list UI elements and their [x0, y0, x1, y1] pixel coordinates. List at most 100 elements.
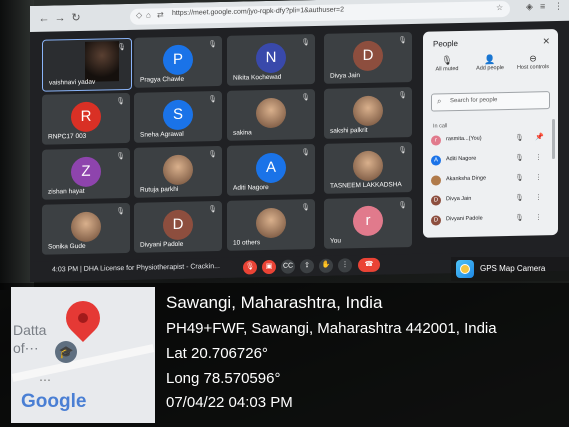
participant-tile[interactable]: D 🎙 Divyani Padole [134, 200, 222, 253]
avatar: D [431, 195, 441, 206]
participant-tile[interactable]: 🎙 sakshi palkrit [324, 86, 412, 139]
participant-name: zishan hayat [48, 187, 85, 196]
participant-row[interactable]: D Divya Jain 🎙 ⋮ [431, 191, 548, 209]
search-icon: ⌕ [437, 96, 442, 106]
pin-icon[interactable]: 📌 [535, 133, 544, 141]
search-input[interactable]: ⌕ Search for people [431, 91, 550, 112]
mic-off-icon: 🎙 [301, 204, 310, 212]
camera-toggle-button[interactable]: ▣ [262, 259, 276, 275]
avatar [256, 207, 286, 238]
lock-icon: ⌂ [146, 10, 151, 20]
mic-off-icon: 🎙 [301, 149, 310, 157]
participant-tile[interactable]: r 🎙 You [324, 196, 412, 249]
participant-tile[interactable]: A 🎙 Aditi Nagore [227, 144, 315, 196]
participant-name: TASNEEM LAKKADSHA [330, 181, 402, 190]
participant-tile[interactable]: Z 🎙 zishan hayat [42, 147, 130, 200]
avatar: r [431, 135, 441, 146]
participant-name: Sonika Gude [48, 242, 86, 251]
more-icon[interactable]: ⋮ [535, 173, 542, 181]
participant-tile[interactable]: 🎙 sakina [227, 89, 315, 141]
mic-off-icon: 🎙 [301, 39, 310, 47]
participant-name: Pragya Chawle [140, 75, 185, 84]
participant-tile[interactable]: P 🎙 Pragya Chawle [134, 35, 222, 88]
mic-off-icon: 🎙 [208, 151, 217, 159]
leave-call-button[interactable]: ☎ [358, 257, 380, 273]
mic-off-icon: 🎙 [398, 92, 407, 100]
url-text: https://meet.google.com/jyo-rqpk-dfy?pli… [172, 6, 344, 18]
more-icon[interactable]: ⋮ [535, 193, 542, 201]
participant-row-name: Aditi Nagore [446, 155, 477, 163]
participant-name: RNPC17 003 [48, 132, 87, 141]
mic-off-icon: 🎙 [116, 208, 125, 216]
mic-off-icon[interactable]: 🎙 [515, 154, 524, 162]
map-dots: ⋯ [39, 373, 51, 387]
participant-tile[interactable]: 🎙 Rutuja parkhi [134, 145, 222, 198]
map-thumbnail: Datta of⋯ 🎓 ⋯ Google [11, 287, 155, 423]
present-button[interactable]: ⇪ [300, 259, 314, 274]
google-logo: Google [21, 391, 87, 412]
more-options-button[interactable]: ⋮ [338, 258, 352, 273]
school-icon: 🎓 [55, 341, 77, 363]
participant-row[interactable]: A Aditi Nagore 🎙 ⋮ [431, 151, 548, 169]
close-icon[interactable]: ✕ [542, 36, 550, 47]
avatar: D [163, 209, 193, 240]
mic-off-icon: 🎙 [398, 37, 407, 45]
participant-tile[interactable]: R 🎙 RNPC17 003 [42, 92, 130, 145]
all-muted-button[interactable]: 🎙 All muted [427, 55, 467, 73]
participant-name: Divyani Padole [140, 240, 184, 249]
avatar: P [163, 44, 193, 75]
host-controls-button[interactable]: ⊖ Host controls [513, 53, 553, 71]
participant-row[interactable]: r rasmita...(You) 🎙 📌 [431, 131, 548, 149]
participant-row[interactable]: Akanksha Dinge 🎙 ⋮ [431, 171, 548, 189]
menu-icon[interactable]: ⋮ [554, 1, 563, 12]
participant-tile[interactable]: N 🎙 Nikita Kochewad [227, 34, 315, 86]
scrollbar[interactable] [552, 119, 555, 160]
avatar [256, 97, 286, 128]
participant-tile[interactable]: S 🎙 Sneha Agrawal [134, 90, 222, 143]
add-people-button[interactable]: 👤 Add people [470, 54, 510, 72]
mic-off-icon[interactable]: 🎙 [515, 174, 524, 182]
gps-camera-logo [456, 260, 474, 278]
in-call-label: In call [433, 123, 448, 130]
participant-tile[interactable]: 🎙 10 others [227, 199, 315, 251]
mic-off-icon: 🎙 [208, 96, 217, 104]
mic-toggle-button[interactable]: 🎙 [243, 260, 257, 275]
avatar: R [71, 101, 101, 132]
participant-name: Nikita Kochewad [233, 73, 282, 82]
address-bar[interactable]: ◇ ⌂ ⇄ https://meet.google.com/jyo-rqpk-d… [130, 0, 510, 25]
mic-off-icon: 🎙 [441, 55, 453, 66]
participant-tile[interactable]: D 🎙 Divya Jain [324, 31, 412, 84]
mic-off-icon[interactable]: 🎙 [515, 214, 524, 222]
participant-tile[interactable]: 🎙 Sonika Gude [42, 202, 130, 255]
all-muted-label: All muted [435, 66, 459, 73]
participant-row[interactable]: D Divyani Padole 🎙 ⋮ [431, 211, 548, 229]
mic-off-icon[interactable]: 🎙 [515, 194, 524, 202]
people-panel: People ✕ 🎙 All muted 👤 Add people ⊖ Host… [423, 28, 558, 238]
avatar: A [431, 155, 441, 166]
more-icon[interactable]: ⋮ [535, 213, 542, 221]
raise-hand-button[interactable]: ✋ [319, 258, 333, 273]
avatar [431, 175, 441, 186]
avatar: A [256, 152, 286, 183]
permissions-icon[interactable]: ⇄ [157, 10, 164, 19]
map-label-2: of⋯ [13, 340, 39, 356]
mic-off-icon: 🎙 [398, 147, 407, 155]
reload-icon[interactable]: ↻ [70, 12, 82, 24]
meeting-time-title: 4:03 PM | DHA License for Physiotherapis… [52, 263, 220, 274]
profile-icon[interactable]: ≡ [540, 1, 545, 11]
shield-extension-icon[interactable]: ◈ [526, 1, 533, 12]
avatar: S [163, 99, 193, 130]
participant-row-name: rasmita...(You) [446, 135, 482, 143]
participant-name: vaishnavi yadav [49, 78, 96, 87]
participant-tile[interactable]: 🎙 vaishnavi yadav [42, 37, 132, 92]
mic-off-icon[interactable]: 🎙 [515, 134, 524, 142]
back-icon[interactable]: ← [38, 13, 50, 25]
participant-name: sakina [233, 129, 252, 137]
star-icon[interactable]: ☆ [496, 3, 503, 12]
forward-icon[interactable]: → [54, 12, 66, 24]
participant-name: Rutuja parkhi [140, 185, 179, 194]
avatar [353, 150, 383, 181]
more-icon[interactable]: ⋮ [535, 153, 542, 161]
participant-tile[interactable]: 🎙 TASNEEM LAKKADSHA [324, 141, 412, 194]
captions-button[interactable]: CC [281, 259, 295, 274]
